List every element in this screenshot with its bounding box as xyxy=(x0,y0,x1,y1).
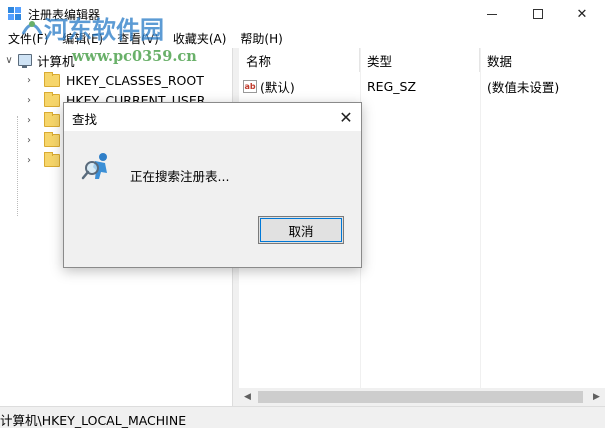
scroll-left-icon[interactable]: ◀ xyxy=(239,388,256,406)
search-registry-icon xyxy=(81,153,107,180)
folder-icon xyxy=(44,111,60,127)
dialog-close-button[interactable]: ✕ xyxy=(331,103,361,131)
scrollbar-thumb[interactable] xyxy=(258,391,583,403)
column-header-data[interactable]: 数据 xyxy=(480,48,605,72)
title-bar: 注册表编辑器 ✕ xyxy=(0,0,605,28)
scroll-right-icon[interactable]: ▶ xyxy=(588,388,605,406)
menu-favorites[interactable]: 收藏夹(A) xyxy=(166,28,234,48)
dialog-title: 查找 xyxy=(72,112,98,127)
chevron-right-icon[interactable]: › xyxy=(24,150,34,170)
chevron-right-icon[interactable]: › xyxy=(24,90,34,110)
tree-item-hkey-4[interactable]: › xyxy=(24,130,66,150)
menu-bar: 文件(F) 编辑(E) 查看(V) 收藏夹(A) 帮助(H) xyxy=(0,28,605,48)
window-title: 注册表编辑器 xyxy=(28,8,101,22)
menu-view[interactable]: 查看(V) xyxy=(110,28,166,48)
dialog-message: 正在搜索注册表... xyxy=(130,169,230,184)
status-bar: 计算机\HKEY_LOCAL_MACHINE xyxy=(0,406,605,428)
folder-icon xyxy=(44,131,60,147)
cancel-button[interactable]: 取消 xyxy=(258,216,344,244)
menu-file[interactable]: 文件(F) xyxy=(0,28,55,48)
value-data: (数值未设置) xyxy=(487,79,560,95)
close-icon: ✕ xyxy=(339,107,353,127)
find-dialog: 查找 ✕ 正在搜索注册表... 取消 xyxy=(63,102,362,268)
regedit-app-icon xyxy=(8,7,21,20)
minimize-icon xyxy=(487,13,497,15)
value-name-cell: ab (默认) xyxy=(243,76,295,96)
maximize-icon xyxy=(533,9,543,19)
chevron-right-icon[interactable]: › xyxy=(24,70,34,90)
list-row[interactable]: ab (默认) REG_SZ (数值未设置) xyxy=(239,76,605,96)
status-path: 计算机\HKEY_LOCAL_MACHINE xyxy=(0,413,187,428)
minimize-button[interactable] xyxy=(469,0,515,28)
maximize-button[interactable] xyxy=(515,0,561,28)
folder-icon xyxy=(44,71,60,87)
column-header-type[interactable]: 类型 xyxy=(360,48,480,72)
tree-item-computer[interactable]: ∨ 计算机 xyxy=(4,50,75,70)
dialog-title-bar[interactable]: 查找 ✕ xyxy=(64,103,361,131)
column-divider xyxy=(480,48,481,388)
menu-help[interactable]: 帮助(H) xyxy=(233,28,289,48)
folder-icon xyxy=(44,91,60,107)
chevron-right-icon[interactable]: › xyxy=(24,110,34,130)
chevron-down-icon[interactable]: ∨ xyxy=(4,50,14,70)
tree-item-label: 计算机 xyxy=(37,53,75,69)
string-value-icon: ab xyxy=(243,79,257,93)
value-type: REG_SZ xyxy=(367,78,417,94)
chevron-right-icon[interactable]: › xyxy=(24,130,34,150)
value-name: (默认) xyxy=(260,79,295,95)
computer-icon xyxy=(18,54,32,68)
tree-item-hkey-3[interactable]: › xyxy=(24,110,66,130)
folder-icon xyxy=(44,151,60,167)
column-header-name[interactable]: 名称 xyxy=(239,48,360,72)
tree-item-label: HKEY_CLASSES_ROOT xyxy=(66,72,204,88)
tree-guide-line xyxy=(17,116,18,216)
close-icon: ✕ xyxy=(576,6,588,22)
horizontal-scrollbar[interactable]: ◀ ▶ xyxy=(239,388,605,406)
tree-item-hkey-classes-root[interactable]: › HKEY_CLASSES_ROOT xyxy=(24,70,204,90)
tree-item-hkey-5[interactable]: › xyxy=(24,150,66,170)
menu-edit[interactable]: 编辑(E) xyxy=(55,28,110,48)
close-button[interactable]: ✕ xyxy=(559,0,605,28)
